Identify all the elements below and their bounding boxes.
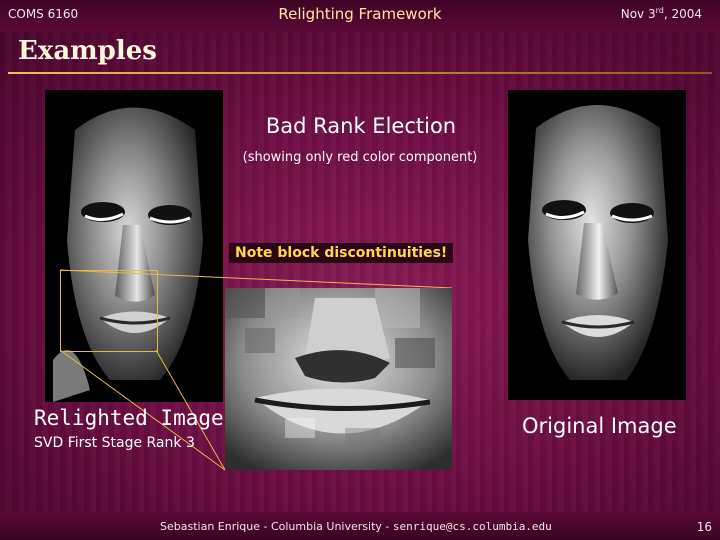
- footer-author: Sebastian Enrique - Columbia University …: [160, 520, 393, 533]
- slide-subtitle: Bad Rank Election: [265, 114, 457, 138]
- zoomed-detail-image: [225, 288, 452, 470]
- subtitle-note: (showing only red color component): [242, 150, 478, 165]
- footer-credit: Sebastian Enrique - Columbia University …: [160, 520, 552, 533]
- original-image-label: Original Image: [522, 414, 677, 438]
- footer-email: senrique@cs.columbia.edu: [392, 520, 552, 533]
- slide: COMS 6160 Relighting Framework Nov 3rd, …: [0, 0, 720, 540]
- relighted-image-label: Relighted Image: [34, 406, 224, 430]
- relighted-image-sublabel: SVD First Stage Rank 3: [34, 435, 195, 451]
- lips-zoom-icon: [225, 288, 452, 470]
- warning-note: Note block discontinuities!: [229, 243, 454, 263]
- page-number: 16: [696, 520, 712, 534]
